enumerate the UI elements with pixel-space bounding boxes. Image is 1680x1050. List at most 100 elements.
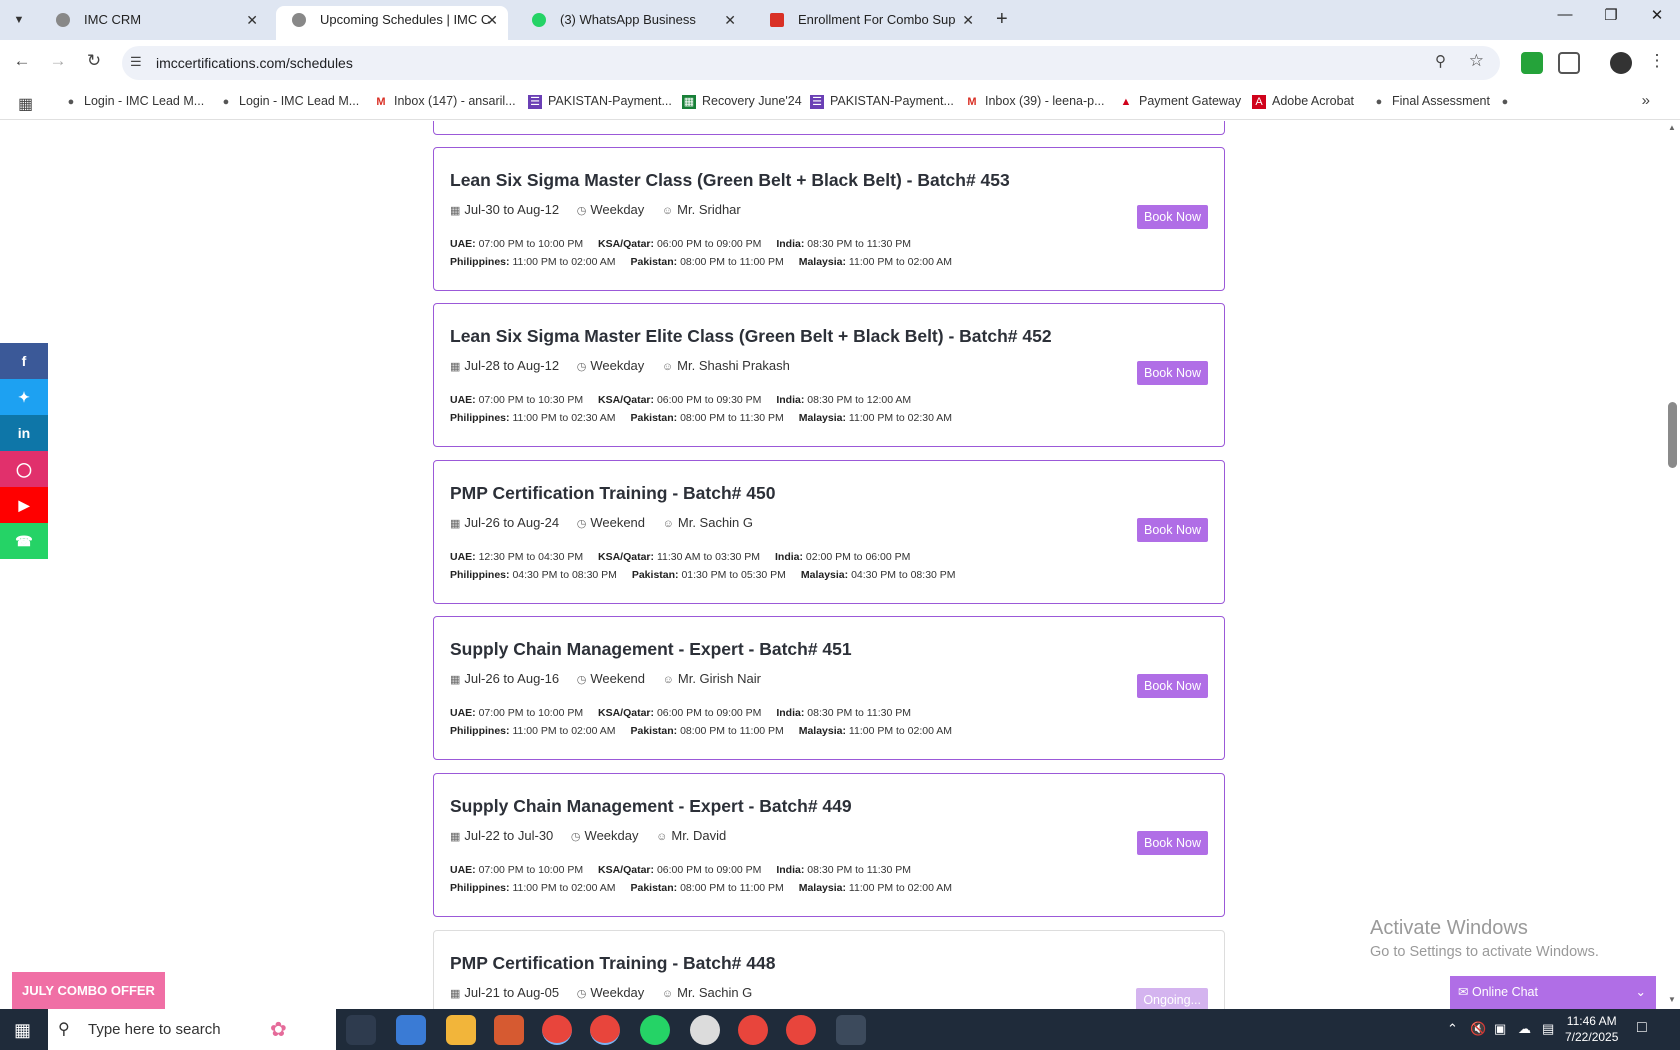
course-trainer: Mr. Sachin G: [677, 515, 754, 530]
onedrive-icon[interactable]: ☁: [1518, 1021, 1531, 1037]
course-title[interactable]: PMP Certification Training - Batch# 450: [450, 483, 775, 504]
tab-whatsapp-business[interactable]: (3) WhatsApp Business ✕: [516, 6, 746, 40]
back-icon[interactable]: ←: [10, 51, 34, 71]
tray-app-icon[interactable]: ▣: [1494, 1021, 1506, 1037]
chrome-icon[interactable]: [738, 1015, 768, 1045]
address-bar[interactable]: ☰ imccertifications.com/schedules ⚲ ☆: [122, 46, 1500, 80]
course-title[interactable]: Supply Chain Management - Expert - Batch…: [450, 639, 852, 660]
bookmark-star-icon[interactable]: ☆: [1469, 51, 1484, 71]
bookmark-recovery-june[interactable]: ▦ Recovery June'24: [682, 94, 802, 109]
tray-overflow-icon[interactable]: ⌃: [1447, 1021, 1458, 1037]
zoom-icon[interactable]: ⚲: [1435, 52, 1446, 70]
july-combo-offer-button[interactable]: JULY COMBO OFFER: [12, 972, 165, 1009]
restore-icon[interactable]: ❐: [1588, 6, 1634, 24]
extensions-puzzle-icon[interactable]: [1558, 52, 1580, 74]
book-now-button[interactable]: Book Now: [1137, 361, 1208, 385]
course-title[interactable]: Lean Six Sigma Master Class (Green Belt …: [450, 170, 1010, 191]
settings-gear-icon[interactable]: [836, 1015, 866, 1045]
taskbar-clock[interactable]: 11:46 AM 7/22/2025: [1565, 1013, 1618, 1045]
profile-avatar-icon[interactable]: [1610, 52, 1632, 74]
whatsapp-favicon-icon: [532, 13, 546, 27]
minimize-icon[interactable]: —: [1542, 6, 1588, 23]
book-now-button[interactable]: Book Now: [1137, 518, 1208, 542]
extension-whatsapp-icon[interactable]: [1521, 52, 1543, 74]
linkedin-icon[interactable]: in: [0, 415, 48, 451]
bookmark-login-imc-2[interactable]: ● Login - IMC Lead M...: [219, 94, 360, 108]
whatsapp-taskbar-icon[interactable]: [640, 1015, 670, 1045]
scroll-down-icon[interactable]: ▼: [1668, 995, 1676, 1004]
forms-icon: ☰: [528, 95, 542, 109]
close-icon[interactable]: ✕: [246, 6, 258, 34]
bookmark-pakistan-payment-2[interactable]: ☰ PAKISTAN-Payment...: [810, 94, 954, 109]
imc-favicon-icon: [292, 13, 306, 27]
facebook-icon[interactable]: f: [0, 343, 48, 379]
course-dates: Jul-22 to Jul-30: [464, 828, 554, 843]
site-info-icon[interactable]: ☰: [130, 54, 142, 70]
forward-icon[interactable]: →: [46, 51, 70, 71]
course-title[interactable]: PMP Certification Training - Batch# 448: [450, 953, 775, 974]
network-icon[interactable]: ▤: [1542, 1021, 1554, 1037]
watermark-title: Activate Windows: [1370, 917, 1528, 939]
copilot-icon[interactable]: [396, 1015, 426, 1045]
task-view-icon[interactable]: [346, 1015, 376, 1045]
youtube-icon[interactable]: ▶: [0, 487, 48, 523]
book-now-button[interactable]: Book Now: [1137, 205, 1208, 229]
file-explorer-icon[interactable]: [446, 1015, 476, 1045]
tab-search-icon[interactable]: ▼: [8, 9, 30, 31]
bookmark-adobe-acrobat[interactable]: A Adobe Acrobat: [1252, 94, 1354, 109]
chrome-icon[interactable]: [542, 1015, 572, 1045]
bookmark-label: Inbox (39) - leena-p...: [985, 94, 1105, 108]
page-scrollbar[interactable]: ▲ ▼: [1665, 121, 1680, 1009]
close-icon[interactable]: ✕: [962, 6, 974, 34]
bookmark-payment-gateway[interactable]: ▲ Payment Gateway: [1119, 94, 1242, 108]
apps-grid-icon[interactable]: ▦: [18, 94, 33, 114]
bookmarks-overflow-icon[interactable]: »: [1642, 92, 1650, 109]
course-dates: Jul-26 to Aug-16: [464, 671, 560, 686]
calendar-icon: ▦: [450, 988, 461, 1000]
bookmark-inbox-leena[interactable]: M Inbox (39) - leena-p...: [965, 94, 1105, 108]
ongoing-button[interactable]: Ongoing...: [1136, 988, 1208, 1009]
tab-upcoming-schedules[interactable]: Upcoming Schedules | IMC Cert ✕: [276, 6, 508, 40]
new-tab-icon[interactable]: +: [996, 8, 1008, 31]
chrome-profile-icon[interactable]: [590, 1015, 620, 1045]
course-title[interactable]: Supply Chain Management - Expert - Batch…: [450, 796, 852, 817]
calendar-icon: ▦: [450, 205, 461, 217]
course-title[interactable]: Lean Six Sigma Master Elite Class (Green…: [450, 326, 1052, 347]
bookmark-final-assessment[interactable]: ● Final Assessment: [1372, 94, 1490, 108]
course-mode: Weekend: [590, 671, 646, 686]
chevron-down-icon[interactable]: ⌄: [1636, 976, 1646, 1009]
book-now-button[interactable]: Book Now: [1137, 831, 1208, 855]
tab-imc-crm[interactable]: IMC CRM ✕: [40, 6, 268, 40]
bookmark-login-imc-1[interactable]: ● Login - IMC Lead M...: [64, 94, 205, 108]
bookmark-label: Login - IMC Lead M...: [239, 94, 360, 108]
app-icon[interactable]: [494, 1015, 524, 1045]
taskbar-search[interactable]: ⚲ Type here to search ✿: [48, 1009, 336, 1050]
timezone-row: Philippines: 11:00 PM to 02:30 AM Pakist…: [450, 412, 953, 424]
online-chat-widget[interactable]: ✉ Online Chat ⌄: [1450, 976, 1656, 1009]
windows-start-icon[interactable]: ▦: [14, 1020, 31, 1041]
course-mode: Weekday: [590, 985, 645, 1000]
close-icon[interactable]: ✕: [486, 6, 498, 34]
twitter-icon[interactable]: ✦: [0, 379, 48, 415]
book-now-button[interactable]: Book Now: [1137, 674, 1208, 698]
scroll-up-icon[interactable]: ▲: [1668, 123, 1676, 132]
chrome-icon[interactable]: [786, 1015, 816, 1045]
tab-enrollment-combo[interactable]: Enrollment For Combo Supply C ✕: [754, 6, 984, 40]
reload-icon[interactable]: ↻: [82, 51, 106, 71]
scrollbar-thumb[interactable]: [1668, 402, 1677, 468]
notification-icon[interactable]: □: [1637, 1019, 1647, 1037]
more-menu-icon[interactable]: ⋮: [1645, 51, 1669, 71]
instagram-icon[interactable]: ◯: [0, 451, 48, 487]
app-icon[interactable]: [690, 1015, 720, 1045]
whatsapp-icon[interactable]: ☎: [0, 523, 48, 559]
timezone-row: UAE: 12:30 PM to 04:30 PM KSA/Qatar: 11:…: [450, 551, 911, 563]
sheets-icon: ▦: [682, 95, 696, 109]
timezone-row: UAE: 07:00 PM to 10:00 PM KSA/Qatar: 06:…: [450, 238, 911, 250]
url-text[interactable]: imccertifications.com/schedules: [156, 55, 353, 71]
bookmark-pakistan-payment-1[interactable]: ☰ PAKISTAN-Payment...: [528, 94, 672, 109]
watermark-subtitle: Go to Settings to activate Windows.: [1370, 944, 1599, 960]
bookmark-inbox-ansari[interactable]: M Inbox (147) - ansaril...: [374, 94, 515, 108]
volume-icon[interactable]: 🔇: [1470, 1021, 1486, 1037]
close-icon[interactable]: ✕: [724, 6, 736, 34]
window-close-icon[interactable]: ✕: [1634, 6, 1680, 24]
